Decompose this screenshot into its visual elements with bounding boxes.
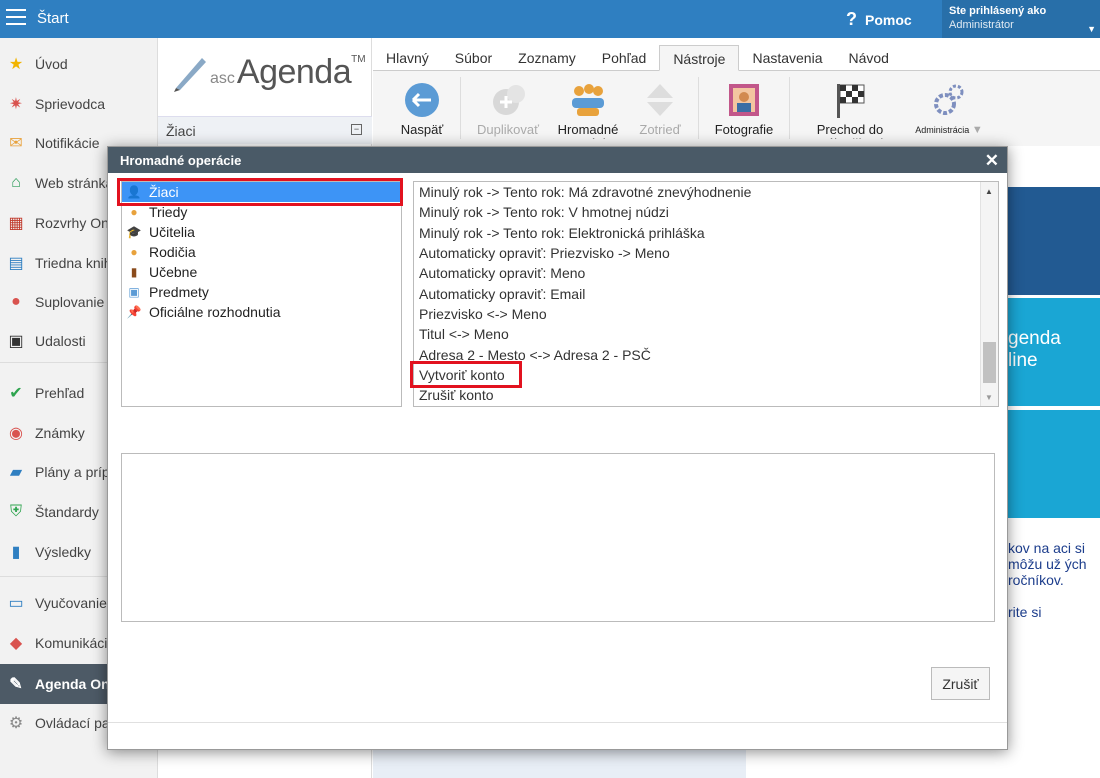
class-icon: ● <box>130 205 138 219</box>
operation-description-area <box>121 453 995 622</box>
scroll-down-icon[interactable]: ▼ <box>985 393 993 402</box>
door-icon: ▮ <box>130 265 138 279</box>
category-item-predmety[interactable]: ▣ Predmety <box>122 282 401 302</box>
subject-icon: ▣ <box>128 285 140 299</box>
dialog-title: Hromadné operácie <box>120 153 242 168</box>
dialog-title-bar: Hromadné operácie ✕ <box>108 147 1007 173</box>
operation-item[interactable]: Minulý rok -> Tento rok: Elektronická pr… <box>414 223 998 243</box>
operation-item-cancel-account[interactable]: Zrušiť konto <box>414 385 998 405</box>
category-list[interactable]: 👤 Žiaci ● Triedy 🎓 Učitelia ● Rodičia ▮ Učebn… <box>121 181 402 407</box>
operation-item[interactable]: Titul <-> Meno <box>414 324 998 344</box>
operation-item[interactable]: Automaticky opraviť: Priezvisko -> Meno <box>414 243 998 263</box>
close-icon[interactable]: ✕ <box>985 151 999 171</box>
category-item-oficialne-rozhodnutia[interactable]: 📌 Oficiálne rozhodnutia <box>122 302 401 322</box>
scroll-up-icon[interactable]: ▲ <box>985 187 993 196</box>
cancel-button[interactable]: Zrušiť <box>931 667 990 700</box>
operation-item[interactable]: Minulý rok -> Tento rok: Má zdravotné zn… <box>414 182 998 202</box>
dialog-footer-divider <box>108 722 1007 723</box>
operations-scrollbar[interactable]: ▲ ▼ <box>980 182 998 406</box>
pin-icon: 📌 <box>126 305 142 319</box>
scrollbar-thumb[interactable] <box>983 342 996 383</box>
highlight-ziaci <box>117 178 403 206</box>
parents-icon: ● <box>130 245 138 259</box>
operation-item[interactable]: Priezvisko <-> Meno <box>414 304 998 324</box>
category-item-ucebne[interactable]: ▮ Učebne <box>122 262 401 282</box>
operation-item[interactable]: Minulý rok -> Tento rok: V hmotnej núdzi <box>414 202 998 222</box>
graduation-cap-icon: 🎓 <box>126 225 142 239</box>
highlight-create-account <box>410 361 522 388</box>
operation-item[interactable]: Automaticky opraviť: Email <box>414 283 998 303</box>
bulk-operations-dialog: Hromadné operácie ✕ 👤 Žiaci ● Triedy 🎓 Učit… <box>107 146 1008 750</box>
category-item-rodicia[interactable]: ● Rodičia <box>122 242 401 262</box>
operation-item[interactable]: Automaticky opraviť: Meno <box>414 263 998 283</box>
category-item-ucitelia[interactable]: 🎓 Učitelia <box>122 222 401 242</box>
